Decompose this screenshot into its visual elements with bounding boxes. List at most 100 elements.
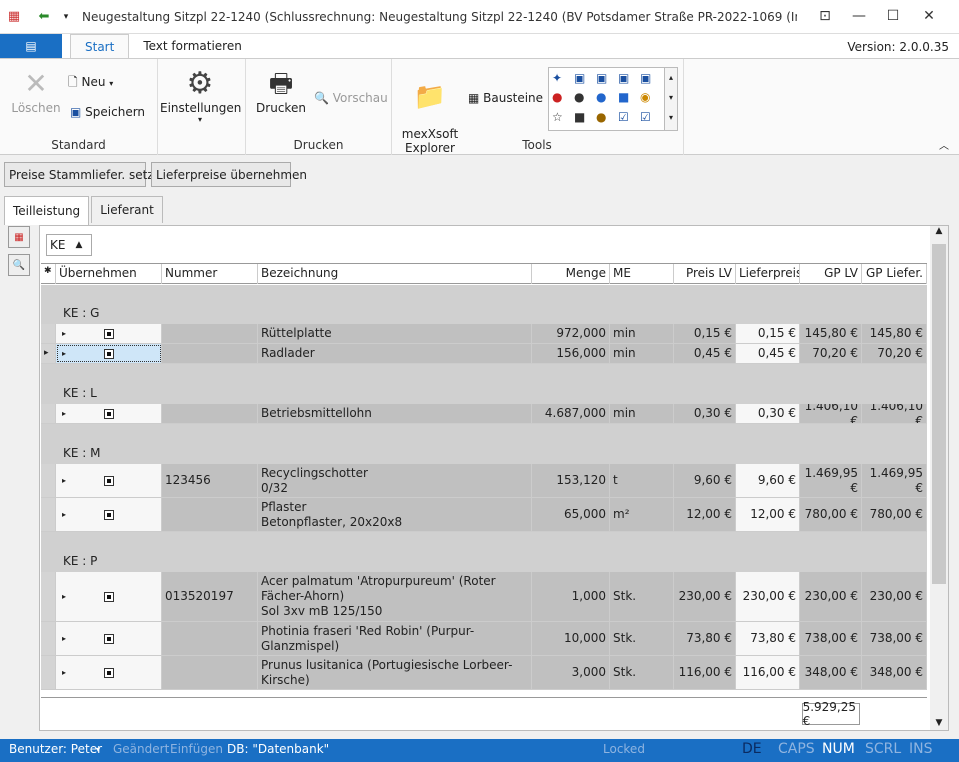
file-tab[interactable]: ▤	[0, 34, 62, 58]
uebernehmen-checkbox[interactable]	[103, 591, 114, 602]
preis-cell[interactable]: 116,00 €	[674, 656, 736, 689]
tab-teilleistung[interactable]: Teilleistung	[4, 196, 90, 225]
expand-row-icon[interactable]: ▸	[62, 406, 66, 421]
menge-cell[interactable]: 153,120	[532, 464, 610, 497]
tool-icon[interactable]: ▣	[640, 71, 660, 88]
bezeichnung-cell[interactable]: Photinia fraseri 'Red Robin' (Purpur-Gla…	[258, 622, 532, 655]
menge-cell[interactable]: 972,000	[532, 324, 610, 343]
menge-cell[interactable]: 3,000	[532, 656, 610, 689]
nummer-cell[interactable]	[162, 656, 258, 689]
bezeichnung-cell[interactable]: Acer palmatum 'Atropurpureum' (Roter Fäch…	[258, 572, 532, 621]
nummer-cell[interactable]	[162, 324, 258, 343]
menge-cell[interactable]: 4.687,000	[532, 404, 610, 423]
header-preis-lv[interactable]: Preis LV	[674, 264, 736, 284]
row-indicator[interactable]	[41, 622, 56, 655]
menge-cell[interactable]: 1,000	[532, 572, 610, 621]
row-indicator[interactable]: ▸	[41, 344, 56, 363]
gpl-cell[interactable]: 348,00 €	[862, 656, 927, 689]
uebernehmen-cell[interactable]: ▸	[56, 498, 162, 531]
group-header[interactable]: KE : P	[41, 532, 927, 572]
menge-cell[interactable]: 10,000	[532, 622, 610, 655]
liefer-cell[interactable]: 9,60 €	[736, 464, 800, 497]
expand-row-icon[interactable]: ▸	[62, 346, 66, 361]
bezeichnung-cell[interactable]: Radlader	[258, 344, 532, 363]
tool-icon[interactable]: ●	[574, 90, 594, 107]
table-row[interactable]: ▸ 123456 Recyclingschotter 0/32 153,120 t 9,60…	[41, 464, 927, 498]
gplv-cell[interactable]: 1.469,95 €	[800, 464, 862, 497]
preise-stammliefer-button[interactable]: Preise Stammliefer. setzen	[4, 162, 169, 187]
back-arrow-icon[interactable]: ⬅	[36, 9, 52, 25]
vorschau-button[interactable]: 🔍 Vorschau	[314, 91, 388, 105]
row-indicator[interactable]	[41, 324, 56, 343]
liefer-cell[interactable]: 0,15 €	[736, 324, 800, 343]
gplv-cell[interactable]: 780,00 €	[800, 498, 862, 531]
scroll-down-icon[interactable]: ▼	[930, 718, 948, 728]
uebernehmen-checkbox[interactable]	[103, 408, 114, 419]
expand-row-icon[interactable]: ▸	[62, 326, 66, 341]
uebernehmen-cell[interactable]: ▸	[56, 464, 162, 497]
table-row[interactable]: ▸ 013520197 Acer palmatum 'Atropurpureum' …	[41, 572, 927, 622]
bausteine-button[interactable]: ▦ Bausteine	[468, 91, 543, 105]
minimize-button[interactable]: —	[842, 0, 876, 32]
drucken-button[interactable]: 🖶 Drucken	[256, 67, 306, 115]
close-button[interactable]: ✕	[912, 0, 946, 32]
me-cell[interactable]: Stk.	[610, 656, 674, 689]
table-row[interactable]: ▸ Photinia fraseri 'Red Robin' (Purpur-Gl…	[41, 622, 927, 656]
uebernehmen-checkbox[interactable]	[103, 509, 114, 520]
row-indicator[interactable]	[41, 404, 56, 423]
nummer-cell[interactable]: 123456	[162, 464, 258, 497]
row-indicator[interactable]	[41, 572, 56, 621]
scroll-up-icon[interactable]: ▲	[930, 226, 948, 236]
preis-cell[interactable]: 0,30 €	[674, 404, 736, 423]
group-header[interactable]: KE : G	[41, 285, 927, 324]
expand-row-icon[interactable]: ▸	[62, 631, 66, 646]
group-by-box[interactable]: KE ▲	[46, 234, 92, 256]
header-me[interactable]: ME	[610, 264, 674, 284]
table-row[interactable]: ▸ Rüttelplatte 972,000 min 0,15 € 0,15 € 145,8…	[41, 324, 927, 344]
header-gp-lv[interactable]: GP LV	[800, 264, 862, 284]
table-row[interactable]: ▸ Pflaster Betonpflaster, 20x20x8 65,000 m² 1…	[41, 498, 927, 532]
expand-row-icon[interactable]: ▸	[62, 473, 66, 488]
row-indicator[interactable]	[41, 464, 56, 497]
me-cell[interactable]: t	[610, 464, 674, 497]
gplv-cell[interactable]: 1.406,10 €	[800, 404, 862, 423]
tool-icon[interactable]: ☑	[618, 110, 638, 127]
tab-lieferant[interactable]: Lieferant	[91, 196, 163, 223]
gplv-cell[interactable]: 348,00 €	[800, 656, 862, 689]
gpl-cell[interactable]: 780,00 €	[862, 498, 927, 531]
gpl-cell[interactable]: 70,20 €	[862, 344, 927, 363]
gpl-cell[interactable]: 1.406,10 €	[862, 404, 927, 423]
liefer-cell[interactable]: 12,00 €	[736, 498, 800, 531]
quick-access-dropdown-icon[interactable]: ▾	[58, 9, 74, 25]
uebernehmen-checkbox[interactable]	[103, 475, 114, 486]
neu-button[interactable]: 🗋 Neu ▾	[68, 73, 113, 94]
gpl-cell[interactable]: 738,00 €	[862, 622, 927, 655]
gpl-cell[interactable]: 145,80 €	[862, 324, 927, 343]
tab-text-formatieren[interactable]: Text formatieren	[129, 34, 256, 58]
gpl-cell[interactable]: 230,00 €	[862, 572, 927, 621]
preis-cell[interactable]: 230,00 €	[674, 572, 736, 621]
liefer-cell[interactable]: 0,30 €	[736, 404, 800, 423]
me-cell[interactable]: min	[610, 324, 674, 343]
uebernehmen-checkbox[interactable]	[103, 328, 114, 339]
uebernehmen-checkbox[interactable]	[103, 633, 114, 644]
expand-row-icon[interactable]: ▸	[62, 665, 66, 680]
nummer-cell[interactable]	[162, 498, 258, 531]
liefer-cell[interactable]: 116,00 €	[736, 656, 800, 689]
row-indicator[interactable]	[41, 656, 56, 689]
tool-icon[interactable]: ■	[618, 90, 638, 107]
header-menge[interactable]: Menge	[532, 264, 610, 284]
me-cell[interactable]: m²	[610, 498, 674, 531]
tab-start[interactable]: Start	[70, 34, 130, 58]
remove-table-icon[interactable]: ▦	[8, 226, 30, 248]
uebernehmen-cell[interactable]: ▸	[56, 622, 162, 655]
gplv-cell[interactable]: 70,20 €	[800, 344, 862, 363]
bezeichnung-cell[interactable]: Prunus lusitanica (Portugiesische Lorbee…	[258, 656, 532, 689]
bezeichnung-cell[interactable]: Recyclingschotter 0/32	[258, 464, 532, 497]
tool-icon[interactable]: ✦	[552, 71, 572, 88]
table-row[interactable]: ▸ Prunus lusitanica (Portugiesische Lorbe…	[41, 656, 927, 690]
liefer-cell[interactable]: 230,00 €	[736, 572, 800, 621]
me-cell[interactable]: Stk.	[610, 622, 674, 655]
nummer-cell[interactable]	[162, 344, 258, 363]
preis-cell[interactable]: 73,80 €	[674, 622, 736, 655]
